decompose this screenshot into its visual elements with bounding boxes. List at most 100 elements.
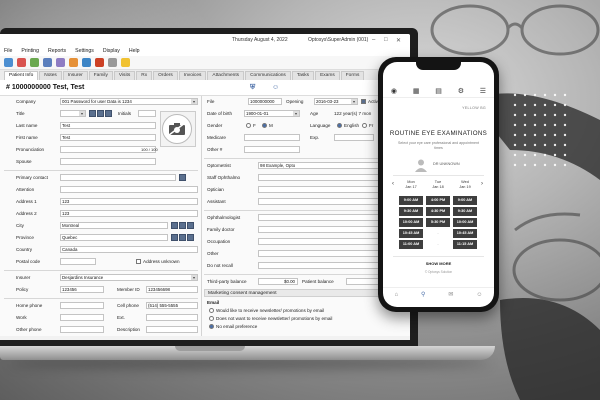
minimize-icon[interactable]: –	[372, 37, 375, 43]
primary-contact-search-button[interactable]	[179, 174, 186, 181]
menu-printing[interactable]: Printing	[21, 48, 39, 54]
document-icon[interactable]: ▤	[435, 87, 442, 95]
time-slot[interactable]: 11:15 AM	[453, 240, 477, 249]
medicare-input[interactable]	[244, 134, 300, 141]
consent-no-radio[interactable]	[209, 316, 214, 321]
policy-input[interactable]: 123456	[60, 286, 104, 293]
menu-help[interactable]: Help	[129, 48, 140, 54]
print-label-icon[interactable]	[30, 58, 39, 67]
email-icon[interactable]	[56, 58, 65, 67]
country-input[interactable]: Canada	[60, 246, 198, 253]
address2-input[interactable]: 123	[60, 210, 198, 217]
time-slot[interactable]: 4:00 PM	[426, 196, 450, 205]
description-input[interactable]	[146, 326, 198, 333]
insurer-select[interactable]: Desjardins Insurance	[60, 274, 198, 281]
close-icon[interactable]: ✕	[396, 37, 401, 44]
maximize-icon[interactable]: □	[384, 37, 388, 43]
work-phone-input[interactable]	[60, 314, 104, 321]
tab-attachments[interactable]: Attachments	[207, 71, 245, 80]
initials-input[interactable]	[138, 110, 156, 117]
search-icon[interactable]: ⚲	[421, 291, 425, 298]
time-slot[interactable]: 9:00 AM	[399, 196, 423, 205]
title-list-button[interactable]	[105, 110, 112, 117]
menu-file[interactable]: File	[4, 48, 12, 54]
notes-icon[interactable]	[121, 58, 130, 67]
home-icon[interactable]: ⌂	[394, 292, 398, 298]
people-icon[interactable]: ☺	[272, 84, 279, 91]
time-slot[interactable]: 10:00 AM	[399, 218, 423, 227]
opening-date-input[interactable]: 2016-03-23	[314, 98, 358, 105]
profile-icon[interactable]: ☺	[476, 292, 482, 298]
tab-tasks[interactable]: Tasks	[291, 71, 315, 80]
city-input[interactable]: Montreal	[60, 222, 168, 229]
city-edit-button[interactable]	[179, 222, 186, 229]
province-edit-button[interactable]	[179, 234, 186, 241]
new-icon[interactable]	[69, 58, 78, 67]
tab-invoices[interactable]: Invoices	[178, 71, 207, 80]
eye-icon[interactable]: ◉	[391, 87, 397, 95]
gender-m-radio[interactable]	[262, 123, 267, 128]
refresh-icon[interactable]	[4, 58, 13, 67]
dob-input[interactable]: 1900-01-01	[244, 110, 300, 117]
address-unknown-checkbox[interactable]	[136, 259, 141, 264]
previous-week-icon[interactable]: ‹	[392, 181, 394, 187]
delete-icon[interactable]	[95, 58, 104, 67]
time-slot[interactable]: 9:00 AM	[453, 196, 477, 205]
exp-input[interactable]	[334, 134, 374, 141]
time-slot[interactable]: 10:00 AM	[453, 218, 477, 227]
tab-patient-info[interactable]: Patient Info	[4, 71, 39, 80]
file-input[interactable]: 1000000000	[248, 98, 282, 105]
tab-communications[interactable]: Communications	[245, 71, 291, 80]
province-list-button[interactable]	[187, 234, 194, 241]
chat-icon[interactable]: ✉	[448, 291, 453, 298]
other-number-input[interactable]	[244, 146, 300, 153]
settings-icon[interactable]: ⚙	[458, 87, 464, 95]
time-slot[interactable]: 10:45 AM	[453, 229, 477, 238]
tab-exams[interactable]: Exams	[315, 71, 340, 80]
time-slot[interactable]: 9:30 AM	[399, 207, 423, 216]
home-phone-input[interactable]	[60, 302, 104, 309]
title-add-button[interactable]	[89, 110, 96, 117]
menu-display[interactable]: Display	[103, 48, 120, 54]
member-id-input[interactable]: 123456698	[146, 286, 198, 293]
province-input[interactable]: Quebec	[60, 234, 168, 241]
other-phone-input[interactable]	[60, 326, 104, 333]
ext-input[interactable]	[146, 314, 198, 321]
search-icon[interactable]	[82, 58, 91, 67]
shield-icon[interactable]: ⛨	[250, 84, 255, 92]
province-add-button[interactable]	[171, 234, 178, 241]
spouse-input[interactable]	[60, 158, 156, 165]
gender-f-radio[interactable]	[246, 123, 251, 128]
city-list-button[interactable]	[187, 222, 194, 229]
lastname-input[interactable]: Test	[60, 122, 156, 129]
print-icon[interactable]	[17, 58, 26, 67]
camera-icon[interactable]	[162, 114, 192, 144]
save-icon[interactable]	[43, 58, 52, 67]
title-select[interactable]	[60, 110, 86, 117]
consent-none-radio[interactable]	[209, 324, 214, 329]
title-edit-button[interactable]	[97, 110, 104, 117]
primary-contact-input[interactable]	[60, 174, 176, 181]
attention-input[interactable]	[60, 186, 198, 193]
copy-icon[interactable]	[108, 58, 117, 67]
time-slot[interactable]: 11:00 AM	[399, 240, 423, 249]
tab-forms[interactable]: Forms	[340, 71, 365, 80]
time-slot[interactable]: 5:30 PM	[426, 218, 450, 227]
consent-yes-radio[interactable]	[209, 308, 214, 313]
time-slot[interactable]: 10:45 AM	[399, 229, 423, 238]
cell-phone-input[interactable]: (514) 555-5555	[146, 302, 198, 309]
next-week-icon[interactable]: ›	[481, 181, 483, 187]
city-add-button[interactable]	[171, 222, 178, 229]
active-checkbox[interactable]	[361, 99, 366, 104]
postal-code-input[interactable]	[60, 258, 96, 265]
menu-settings[interactable]: Settings	[75, 48, 94, 54]
tab-visits[interactable]: Visits	[113, 71, 136, 80]
address1-input[interactable]: 123	[60, 198, 198, 205]
tab-family[interactable]: Family	[88, 71, 113, 80]
tab-insurer[interactable]: Insurer	[62, 71, 88, 80]
language-fr-radio[interactable]	[362, 123, 367, 128]
firstname-input[interactable]: Test	[60, 134, 156, 141]
language-english-radio[interactable]	[337, 123, 342, 128]
menu-icon[interactable]: ☰	[480, 87, 486, 95]
time-slot[interactable]: 4:30 PM	[426, 207, 450, 216]
